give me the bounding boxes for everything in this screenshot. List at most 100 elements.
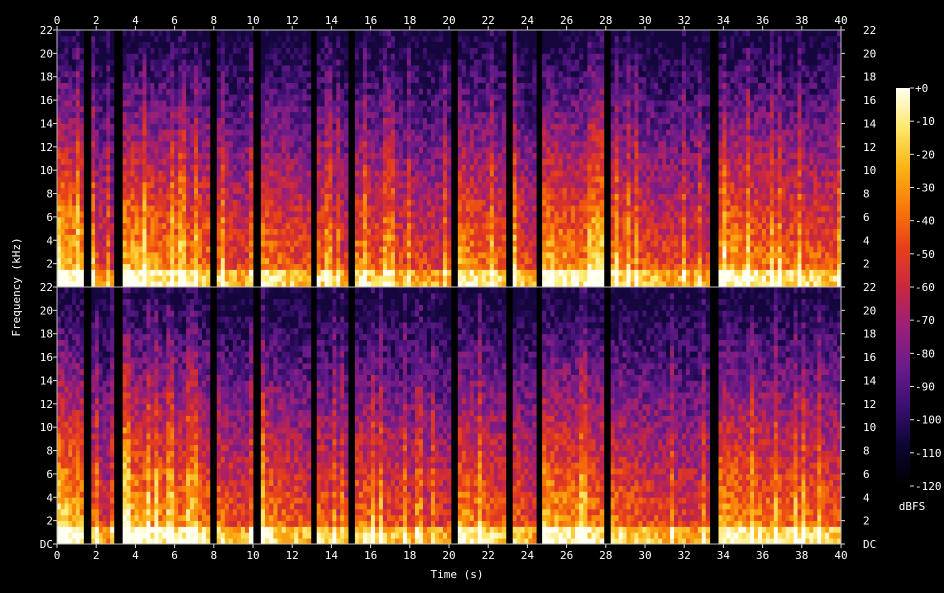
spectrogram-cell <box>134 263 139 270</box>
spectrogram-cell <box>134 129 139 136</box>
spectrogram-cell <box>566 246 572 253</box>
spectrogram-cell <box>402 216 408 224</box>
spectrogram-cell <box>516 251 521 259</box>
spectrogram-cell <box>186 100 191 107</box>
spectrogram-cell <box>442 129 448 136</box>
spectrogram-cell <box>558 123 564 130</box>
spectrogram-cell <box>91 59 96 66</box>
spectrogram-cell <box>122 176 128 183</box>
spectrogram-cell <box>366 164 372 171</box>
spectrogram-cell <box>328 170 333 177</box>
spectrogram-cell <box>430 123 436 130</box>
spectrogram-cell <box>461 129 467 136</box>
spectrogram-cell <box>244 205 250 212</box>
spectrogram-cell <box>378 222 384 229</box>
spectrogram-cell <box>216 164 222 171</box>
spectrogram-cell <box>524 82 529 89</box>
spectrogram-cell <box>220 216 226 224</box>
spectrogram-cell <box>461 257 467 265</box>
spectrogram-cell <box>493 246 499 253</box>
spectrogram-cell <box>398 205 404 212</box>
spectrogram-cell <box>138 65 143 72</box>
spectrogram-cell <box>98 152 103 159</box>
spectrogram-cell <box>57 199 62 206</box>
spectrogram-cell <box>64 281 69 288</box>
spectrogram-cell <box>402 205 408 212</box>
spectrogram-cell <box>197 47 203 54</box>
spectrogram-cell <box>205 187 211 194</box>
spectrogram-cell <box>457 35 463 43</box>
spectrogram-cell <box>162 146 167 154</box>
spectrogram-cell <box>422 158 428 165</box>
spectrogram-cell <box>174 146 179 154</box>
spectrogram-cell <box>182 41 187 48</box>
spectrogram-cell <box>332 181 337 189</box>
spectrogram-cell <box>281 152 287 159</box>
spectrogram-cell <box>122 263 128 270</box>
spectrogram-cell <box>277 140 283 148</box>
spectrogram-cell <box>386 135 392 142</box>
spectrogram-cell <box>194 275 199 282</box>
spectrogram-cell <box>501 246 507 253</box>
spectrogram-cell <box>289 76 295 83</box>
spectrogram-cell <box>524 181 529 189</box>
spectrogram-cell <box>406 275 412 282</box>
spectrogram-cell <box>240 111 246 119</box>
spectrogram-cell <box>358 100 364 107</box>
spectrogram-cell <box>178 117 183 124</box>
spectrogram-cell <box>366 140 372 148</box>
spectrogram-cell <box>414 269 420 276</box>
spectrogram-cell <box>473 47 479 54</box>
spectrogram-cell <box>410 47 416 54</box>
spectrogram-cell <box>134 205 139 212</box>
spectrogram-cell <box>110 193 115 200</box>
spectrogram-cell <box>465 135 471 142</box>
spectrogram-cell <box>265 193 270 200</box>
spectrogram-cell <box>285 100 291 107</box>
spectrogram-cell <box>457 53 463 60</box>
spectrogram-cell <box>98 269 103 276</box>
spectrogram-cell <box>154 111 159 119</box>
spectrogram-cell <box>374 222 380 229</box>
spectrogram-cell <box>64 65 69 72</box>
spectrogram-cell <box>201 105 207 113</box>
spectrogram-cell <box>382 246 388 253</box>
spectrogram-cell <box>430 88 436 95</box>
spectrogram-cell <box>320 47 325 54</box>
spectrogram-cell <box>489 59 495 66</box>
spectrogram-cell <box>57 88 62 95</box>
spectrogram-cell <box>236 82 242 89</box>
spectrogram-cell <box>68 275 73 282</box>
spectrogram-cell <box>402 240 408 247</box>
spectrogram-cell <box>178 275 183 282</box>
spectrogram-cell <box>422 94 428 101</box>
spectrogram-cell <box>205 164 211 171</box>
spectrogram-cell <box>520 53 525 60</box>
spectrogram-cell <box>201 187 207 194</box>
spectrogram-cell <box>146 47 151 54</box>
spectrogram-cell <box>190 76 195 83</box>
spectrogram-cell <box>473 222 479 229</box>
spectrogram-cell <box>236 281 242 288</box>
spectrogram-cell <box>236 65 242 72</box>
spectrogram-cell <box>220 41 226 48</box>
spectrogram-cell <box>469 234 475 241</box>
spectrogram-cell <box>102 263 107 270</box>
spectrogram-cell <box>469 65 475 72</box>
spectrogram-cell <box>465 146 471 154</box>
spectrogram-cell <box>294 164 299 171</box>
spectrogram-cell <box>224 216 230 224</box>
spectrogram-cell <box>434 135 440 142</box>
spectrogram-cell <box>240 211 246 218</box>
spectrogram-cell <box>240 275 246 282</box>
spectrogram-cell <box>410 228 416 235</box>
spectrogram-cell <box>446 70 452 78</box>
spectrogram-cell <box>216 211 222 218</box>
spectrogram-cell <box>386 205 392 212</box>
spectrogram-cell <box>328 140 333 148</box>
spectrogram-cell <box>542 88 547 95</box>
spectrogram-cell <box>477 82 483 89</box>
spectrogram-cell <box>142 205 147 212</box>
spectrogram-cell <box>382 82 388 89</box>
spectrogram-cell <box>354 94 360 101</box>
